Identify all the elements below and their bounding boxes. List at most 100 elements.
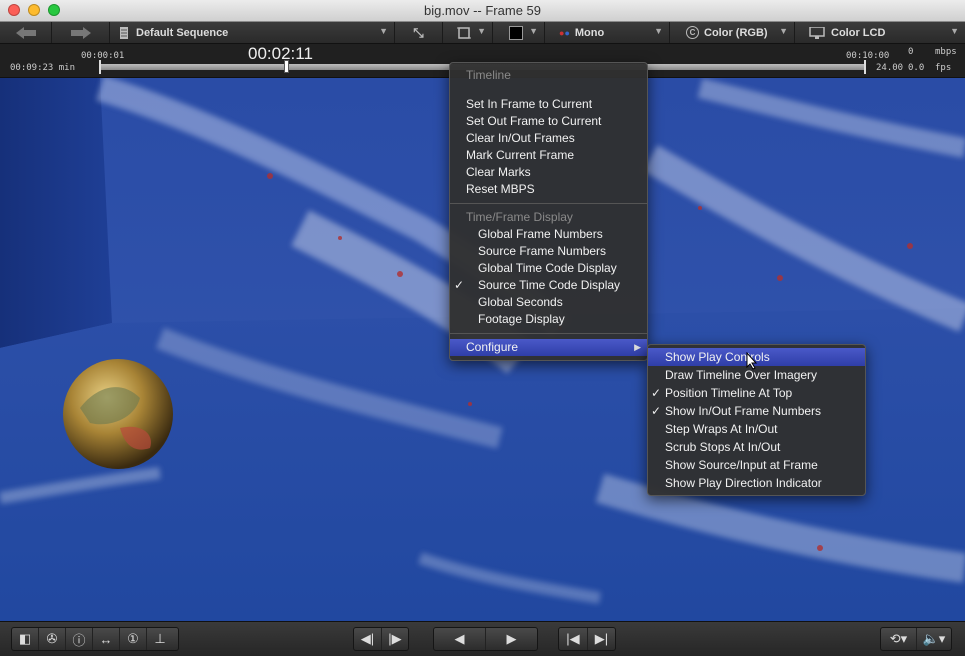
play-icon: ▶ [506, 631, 517, 646]
menu-item-clear-inout[interactable]: Clear In/Out Frames [450, 130, 647, 147]
menu-item-configure[interactable]: Configure ▶ [450, 339, 647, 356]
dropdown-arrow-icon: ▼ [379, 26, 388, 36]
info-button[interactable]: ⓘ [66, 628, 93, 650]
dropdown-arrow-icon: ▼ [477, 26, 486, 36]
loop-mode-button[interactable]: ⟲▾ [881, 628, 917, 650]
menu-item-label: Show In/Out Frame Numbers [665, 404, 822, 418]
menu-item-position-timeline-top[interactable]: ✓ Position Timeline At Top [648, 384, 865, 402]
step-forward-icon: |▶ [388, 631, 402, 646]
window-titlebar: big.mov -- Frame 59 [0, 0, 965, 22]
color-wheel-button[interactable]: ✇ [39, 628, 66, 650]
menu-header-timeline: Timeline [466, 68, 511, 82]
back-arrow-icon [15, 26, 36, 39]
play-group: ◀ ▶ [433, 627, 538, 651]
timeline-icon: ⊥ [154, 631, 166, 646]
sequence-dropdown[interactable]: Default Sequence ▼ [110, 22, 395, 43]
background-swatch-icon [509, 25, 523, 40]
sidebar-toggle-button[interactable]: ◧ [12, 628, 39, 650]
in-marker[interactable] [99, 60, 101, 74]
sequence-label: Default Sequence [136, 26, 229, 39]
playhead[interactable] [283, 60, 289, 73]
timeline-toggle-button[interactable]: ⊥ [147, 628, 173, 650]
play-backward-icon: ◀ [454, 631, 465, 646]
dropdown-arrow-icon: ▼ [654, 26, 663, 36]
step-back-icon: ◀| [360, 631, 375, 646]
step-forward-button[interactable]: |▶ [382, 628, 408, 650]
right-tool-group: ⟲▾ 🔈▾ [880, 627, 952, 651]
menu-item-label: Source Time Code Display [478, 278, 621, 292]
play-forward-button[interactable]: ▶ [486, 628, 537, 650]
skip-end-icon: ▶| [594, 631, 609, 646]
dropdown-arrow-icon: ▼ [529, 26, 538, 36]
in-time-label: 00:00:01 [81, 51, 125, 61]
menu-item-global-frames[interactable]: Global Frame Numbers [450, 226, 647, 243]
menu-item-step-wraps[interactable]: Step Wraps At In/Out [648, 420, 865, 438]
volume-button[interactable]: 🔈▾ [917, 628, 951, 650]
menu-item-footage[interactable]: Footage Display [450, 311, 647, 328]
display-dropdown[interactable]: Color LCD ▼ [795, 22, 965, 43]
background-dropdown[interactable]: ▼ [493, 22, 545, 43]
menu-item-show-source-input[interactable]: Show Source/Input at Frame [648, 456, 865, 474]
wipe-button[interactable]: ↔ [93, 628, 120, 650]
menu-item-mark-current[interactable]: Mark Current Frame [450, 147, 647, 164]
checkmark-icon: ✓ [454, 278, 465, 292]
menu-separator [450, 203, 647, 204]
menu-item-source-timecode[interactable]: ✓ Source Time Code Display [450, 277, 647, 294]
forward-arrow-icon [70, 26, 91, 39]
jump-start-button[interactable]: |◀ [559, 628, 588, 650]
menu-item-clear-marks[interactable]: Clear Marks [450, 164, 647, 181]
sidebar-icon: ◧ [18, 631, 32, 646]
menu-item-reset-mbps[interactable]: Reset MBPS [450, 181, 647, 198]
checkmark-icon: ✓ [651, 404, 662, 418]
mbps-value: 0 [908, 47, 914, 57]
back-button[interactable] [0, 22, 52, 43]
timeline-context-menu: Timeline Set In Frame to Current Set Out… [449, 62, 648, 361]
menu-item-global-seconds[interactable]: Global Seconds [450, 294, 647, 311]
left-tool-group: ◧ ✇ ⓘ ↔ ① ⊥ [11, 627, 179, 651]
submenu-arrow-icon: ▶ [634, 342, 641, 352]
mouse-cursor-icon [746, 352, 758, 370]
color-icon: C [686, 26, 699, 39]
menu-item-show-inout-numbers[interactable]: ✓ Show In/Out Frame Numbers [648, 402, 865, 420]
jump-end-button[interactable]: ▶| [588, 628, 615, 650]
mbps-unit: mbps [935, 47, 957, 57]
menu-separator [450, 333, 647, 334]
fps-actual: 0.0 [908, 63, 925, 73]
stereo-label: Mono [574, 26, 605, 39]
dropdown-arrow-icon: ▼ [779, 26, 788, 36]
stereo-glasses-icon: ●● [559, 27, 570, 38]
fit-window-button[interactable]: ⤡ [395, 22, 443, 43]
display-label: Color LCD [831, 26, 886, 39]
jump-group: |◀ ▶| [558, 627, 616, 651]
menu-item-show-play-direction[interactable]: Show Play Direction Indicator [648, 474, 865, 492]
menu-item-source-frames[interactable]: Source Frame Numbers [450, 243, 647, 260]
skip-start-icon: |◀ [566, 631, 580, 646]
color-space-dropdown[interactable]: C Color (RGB) ▼ [670, 22, 795, 43]
stereo-dropdown[interactable]: ●● Mono ▼ [545, 22, 670, 43]
out-time-label: 00:10:00 [846, 51, 890, 61]
menu-item-global-timecode[interactable]: Global Time Code Display [450, 260, 647, 277]
play-controls-bar: ◧ ✇ ⓘ ↔ ① ⊥ ◀| |▶ ◀ ▶ |◀ ▶| ⟲▾ 🔈▾ [0, 621, 965, 656]
step-back-button[interactable]: ◀| [354, 628, 382, 650]
inspector-button[interactable]: ① [120, 628, 147, 650]
menu-item-set-out[interactable]: Set Out Frame to Current [450, 113, 647, 130]
menu-item-set-in[interactable]: Set In Frame to Current [450, 96, 647, 113]
crop-icon [457, 26, 471, 39]
step-group: ◀| |▶ [353, 627, 409, 651]
current-timecode: 00:02:11 [248, 44, 313, 63]
speaker-icon: 🔈▾ [922, 631, 946, 646]
menu-header-time-display: Time/Frame Display [466, 210, 573, 224]
color-space-label: Color (RGB) [704, 26, 768, 39]
forward-button[interactable] [52, 22, 110, 43]
menu-item-scrub-stops[interactable]: Scrub Stops At In/Out [648, 438, 865, 456]
monitor-icon [809, 26, 825, 39]
duration-label: 00:09:23 min [10, 63, 76, 73]
expand-icon: ⤡ [413, 24, 424, 40]
crop-dropdown[interactable]: ▼ [443, 22, 493, 43]
play-backward-button[interactable]: ◀ [434, 628, 486, 650]
info-icon: ⓘ [72, 632, 86, 648]
fps-target: 24.00 [876, 63, 904, 73]
out-marker[interactable] [864, 60, 866, 74]
window-title: big.mov -- Frame 59 [423, 3, 542, 18]
checkmark-icon: ✓ [651, 386, 662, 400]
